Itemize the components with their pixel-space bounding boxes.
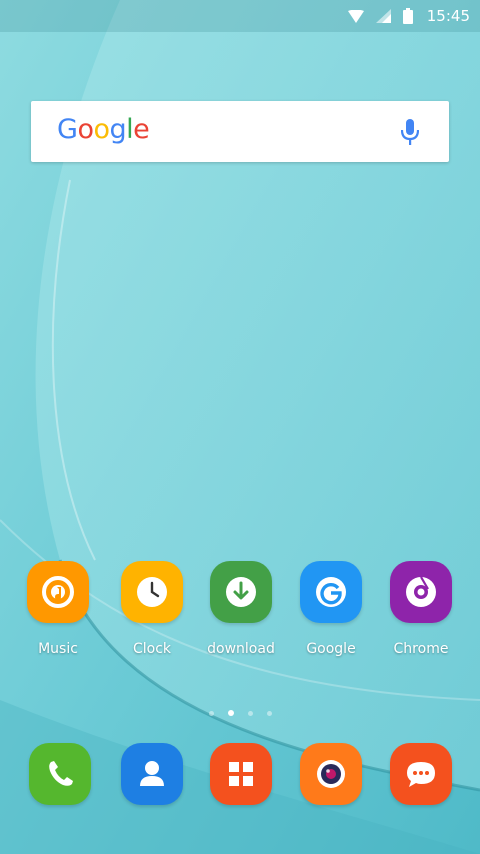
page-dot	[247, 711, 253, 716]
app-label: download	[207, 641, 275, 657]
app-music[interactable]: Music	[13, 561, 103, 657]
app-label: Chrome	[393, 641, 449, 657]
app-google[interactable]: Google	[286, 561, 376, 657]
apps-grid-icon	[210, 743, 272, 805]
dock-contacts[interactable]	[107, 743, 197, 805]
page-dot	[227, 710, 234, 716]
phone-icon	[29, 743, 91, 805]
dock-apps[interactable]	[196, 743, 286, 805]
wifi-icon	[347, 9, 364, 23]
app-label: Clock	[132, 641, 172, 657]
download-icon	[210, 561, 272, 623]
app-label: Music	[38, 641, 78, 657]
google-g-icon	[300, 561, 362, 623]
google-logo: Google	[57, 114, 150, 145]
chrome-icon	[390, 561, 452, 623]
app-chrome[interactable]: Chrome	[376, 561, 466, 657]
status-bar: 15:45	[0, 0, 480, 32]
app-clock[interactable]: Clock	[107, 561, 197, 657]
page-dot	[208, 711, 214, 716]
dock-camera[interactable]	[286, 743, 376, 805]
battery-icon	[402, 8, 413, 24]
status-time: 15:45	[426, 7, 470, 25]
contacts-icon	[121, 743, 183, 805]
messages-icon	[390, 743, 452, 805]
clock-icon	[121, 561, 183, 623]
music-icon	[27, 561, 89, 623]
page-indicator	[0, 701, 480, 720]
google-search-bar[interactable]: Google	[31, 101, 449, 162]
page-dot	[266, 711, 272, 716]
mic-icon[interactable]	[401, 119, 419, 146]
app-label: Google	[306, 641, 356, 657]
dock-messages[interactable]	[376, 743, 466, 805]
signal-icon	[375, 9, 391, 23]
camera-icon	[300, 743, 362, 805]
dock-phone[interactable]	[15, 743, 105, 805]
app-download[interactable]: download	[196, 561, 286, 657]
